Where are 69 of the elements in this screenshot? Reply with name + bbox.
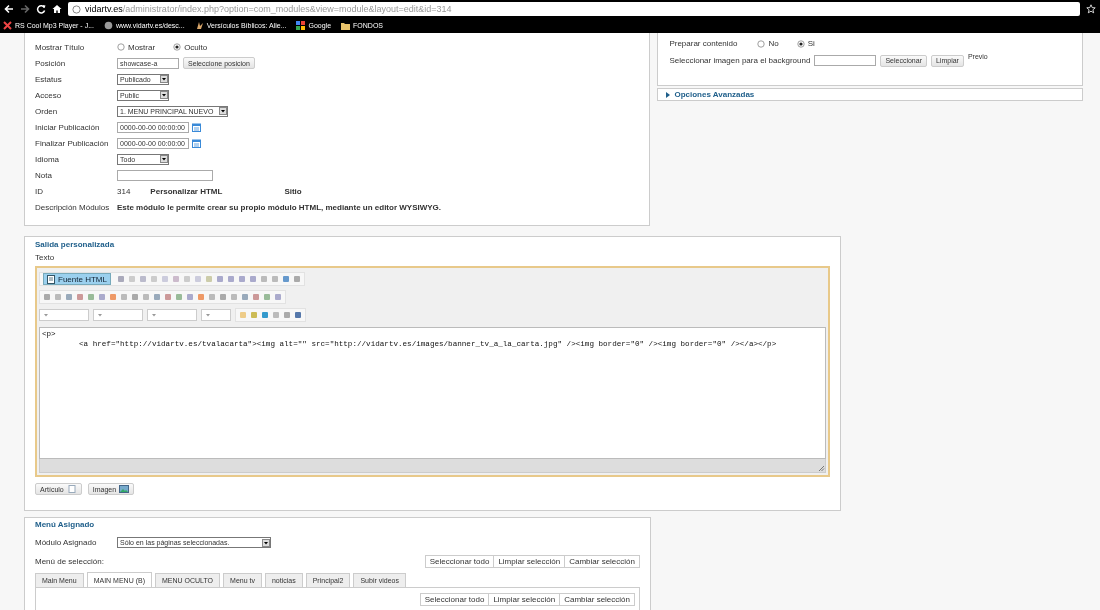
action-button[interactable]: Limpiar selección xyxy=(488,593,561,606)
dropdown-arrow-icon xyxy=(219,107,228,115)
radio-label: Mostrar xyxy=(128,42,156,52)
dropdown[interactable] xyxy=(147,309,197,321)
forward-arrow-icon[interactable] xyxy=(20,4,30,14)
dropdown-arrow-icon xyxy=(204,311,212,319)
action-button[interactable]: Seleccionar todo xyxy=(419,593,490,606)
field-label: Menú de selección: xyxy=(35,557,105,566)
radio-label: Si xyxy=(807,39,815,48)
resize-handle-icon[interactable] xyxy=(818,465,825,472)
input-field[interactable] xyxy=(814,55,877,66)
folder-icon xyxy=(341,21,351,30)
dropdown-arrow-icon xyxy=(262,538,270,547)
tiles-icon xyxy=(296,21,306,30)
back-arrow-icon[interactable] xyxy=(4,4,14,14)
field-label: Preparar contenido xyxy=(669,39,739,48)
input-field[interactable] xyxy=(117,169,213,181)
field-label: ID xyxy=(35,186,44,196)
field-label: Estatus xyxy=(35,74,63,84)
field-label: Descripción Módulos xyxy=(35,202,111,212)
cross-icon xyxy=(3,21,12,30)
field-label: Seleccionar imagen para el background xyxy=(669,56,811,65)
field-label: Idioma xyxy=(35,154,60,164)
home-icon[interactable] xyxy=(52,4,62,14)
radio-button[interactable] xyxy=(757,39,766,48)
info-text: Este módulo le permite crear su propio módulo HTML, mediante un editor WYSIWYG. xyxy=(117,202,442,212)
image-icon xyxy=(119,485,130,493)
action-button[interactable]: Limpiar selección xyxy=(493,555,566,568)
radio-label: Oculto xyxy=(184,42,208,52)
info-text: Sitio xyxy=(284,186,302,196)
dropdown-arrow-icon xyxy=(96,311,104,319)
radio-label: No xyxy=(768,39,779,48)
section-title: Salida personalizada xyxy=(35,239,116,251)
reload-icon[interactable] xyxy=(36,4,46,14)
radio-button[interactable] xyxy=(117,43,125,51)
url-text: vidartv.es/administrator/index.php?option=com_modules&view=module&layout=edit&id=314 xyxy=(85,4,452,14)
info-text: Personalizar HTML xyxy=(150,186,223,196)
star-icon[interactable] xyxy=(1086,4,1096,14)
field-label: Texto xyxy=(35,253,55,264)
action-button[interactable]: Cambiar selección xyxy=(564,555,640,568)
field-label: Acceso xyxy=(35,90,63,100)
field-label: Posición xyxy=(35,58,67,68)
caret-right-icon xyxy=(665,91,671,98)
dropdown[interactable] xyxy=(39,309,89,321)
dropdown-arrow-icon xyxy=(160,91,168,99)
dropdown[interactable] xyxy=(93,309,143,321)
dropdown-arrow-icon xyxy=(150,311,158,319)
field-label: Mostrar Título xyxy=(35,42,86,52)
dropdown-arrow-icon xyxy=(160,75,168,83)
section-title: Menú Asignado xyxy=(35,519,95,531)
section-header[interactable]: Opciones Avanzadas xyxy=(657,88,1083,101)
hand-icon xyxy=(194,21,204,30)
dropdown[interactable] xyxy=(201,309,231,321)
calendar-icon[interactable] xyxy=(192,138,201,148)
field-label: Iniciar Publicación xyxy=(35,122,101,132)
dropdown-arrow-icon xyxy=(160,155,168,163)
field-label: Finalizar Publicación xyxy=(35,138,110,148)
action-button[interactable]: Seleccionar todo xyxy=(424,555,495,568)
field-label: Módulo Asignado xyxy=(35,538,98,547)
radio-button[interactable] xyxy=(173,43,182,51)
calendar-icon[interactable] xyxy=(192,122,201,132)
dropdown-arrow-icon xyxy=(42,311,50,319)
action-button[interactable]: Cambiar selección xyxy=(559,593,635,606)
radio-button[interactable] xyxy=(796,39,805,48)
address-bar[interactable]: vidartv.es/administrator/index.php?option=com_modules&view=module&layout=edit&id=314 xyxy=(68,2,1080,16)
source-button[interactable]: Fuente HTML xyxy=(43,273,111,285)
field-label: Nota xyxy=(35,170,53,180)
field-label: Orden xyxy=(35,106,59,116)
info-text: 314 xyxy=(117,186,131,196)
